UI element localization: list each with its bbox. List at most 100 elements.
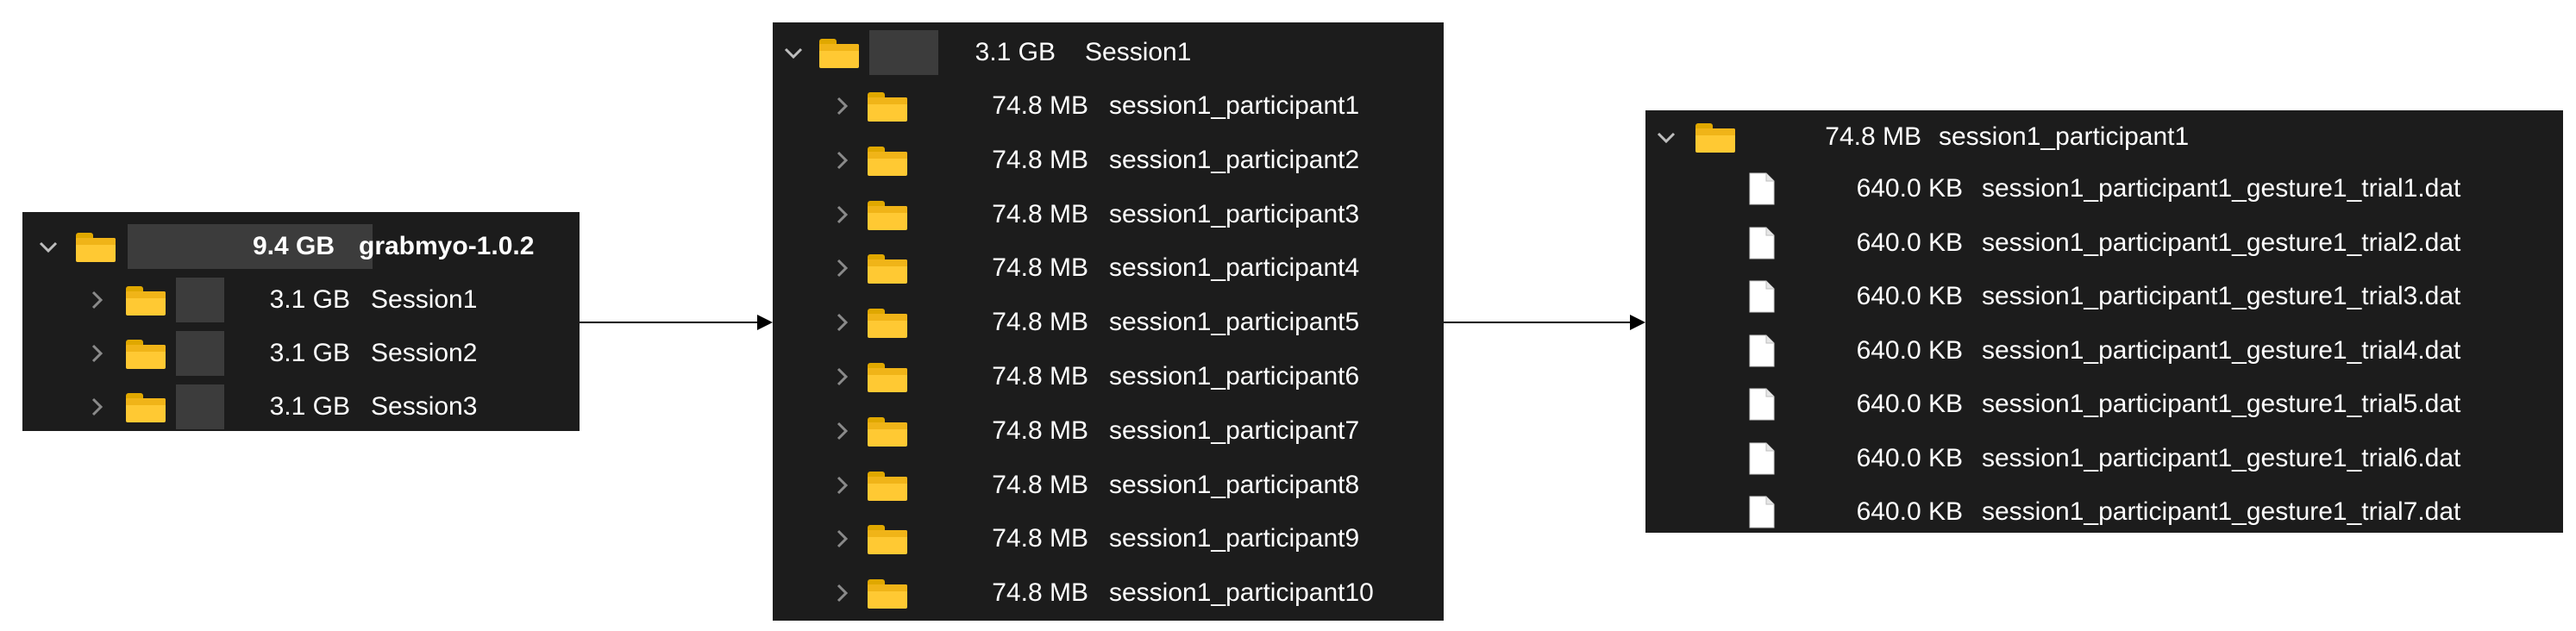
tree-row-session2[interactable]: 3.1 GB Session2 <box>22 327 580 380</box>
folder-size: 74.8 MB <box>992 415 1088 445</box>
chevron-right-icon[interactable] <box>824 134 854 187</box>
folder-size: 9.4 GB <box>252 232 335 260</box>
folder-size: 74.8 MB <box>992 470 1088 499</box>
chevron-down-icon[interactable] <box>1649 110 1678 164</box>
chevron-right-icon[interactable] <box>824 241 854 295</box>
redacted-column <box>869 30 938 75</box>
folder-name[interactable]: session1_participant5 <box>1109 296 1359 349</box>
folder-icon <box>126 393 166 422</box>
file-size: 640.0 KB <box>1856 228 1963 257</box>
tree-row-participant-folder[interactable]: 74.8 MB session1_participant10 <box>773 566 1444 620</box>
redacted-column <box>176 331 224 376</box>
folder-size: 3.1 GB <box>269 285 350 314</box>
chevron-right-icon[interactable] <box>824 188 854 241</box>
folder-name[interactable]: session1_participant9 <box>1109 512 1359 565</box>
tree-row-participant-folder[interactable]: 74.8 MB session1_participant5 <box>773 296 1444 349</box>
tree-row-file[interactable]: 640.0 KB session1_participant1_gesture1_t… <box>1645 216 2563 270</box>
folder-name[interactable]: session1_participant3 <box>1109 188 1359 241</box>
participant-tree-panel: 74.8 MB session1_participant1 640.0 KB se… <box>1645 110 2563 533</box>
folder-name[interactable]: session1_participant8 <box>1109 459 1359 512</box>
redacted-column <box>176 384 224 429</box>
file-name[interactable]: session1_participant1_gesture1_trial4.da… <box>1982 324 2460 378</box>
folder-name[interactable]: session1_participant6 <box>1109 350 1359 403</box>
tree-row-session1[interactable]: 3.1 GB Session1 <box>22 273 580 327</box>
folder-icon <box>819 39 859 68</box>
tree-row-participant-folder[interactable]: 74.8 MB session1_participant9 <box>773 512 1444 565</box>
file-name[interactable]: session1_participant1_gesture1_trial5.da… <box>1982 378 2460 431</box>
folder-icon <box>1695 123 1735 153</box>
tree-row-file[interactable]: 640.0 KB session1_participant1_gesture1_t… <box>1645 378 2563 431</box>
folder-name[interactable]: session1_participant4 <box>1109 241 1359 295</box>
chevron-right-icon[interactable] <box>824 404 854 458</box>
folder-name[interactable]: session1_participant1 <box>1109 79 1359 133</box>
tree-row-file[interactable]: 640.0 KB session1_participant1_gesture1_t… <box>1645 432 2563 485</box>
tree-row-participant-folder[interactable]: 74.8 MB session1_participant8 <box>773 459 1444 512</box>
tree-row-file[interactable]: 640.0 KB session1_participant1_gesture1_t… <box>1645 324 2563 378</box>
folder-size: 74.8 MB <box>992 524 1088 553</box>
tree-row-participant-folder[interactable]: 74.8 MB session1_participant6 <box>773 350 1444 403</box>
chevron-right-icon[interactable] <box>824 350 854 403</box>
folder-size: 74.8 MB <box>992 253 1088 283</box>
arrow-icon <box>580 315 773 330</box>
folder-size: 74.8 MB <box>992 308 1088 337</box>
file-name[interactable]: session1_participant1_gesture1_trial7.da… <box>1982 485 2460 539</box>
folder-name[interactable]: session1_participant1 <box>1939 110 2189 164</box>
folder-name[interactable]: session1_participant2 <box>1109 134 1359 187</box>
file-icon <box>1749 280 1775 313</box>
tree-row-session3[interactable]: 3.1 GB Session3 <box>22 380 580 434</box>
chevron-down-icon[interactable] <box>776 26 805 79</box>
file-size: 640.0 KB <box>1856 497 1963 526</box>
folder-name[interactable]: Session3 <box>371 380 477 434</box>
tree-row-file[interactable]: 640.0 KB session1_participant1_gesture1_t… <box>1645 270 2563 323</box>
file-name[interactable]: session1_participant1_gesture1_trial3.da… <box>1982 270 2460 323</box>
file-icon <box>1749 334 1775 367</box>
file-size: 640.0 KB <box>1856 443 1963 472</box>
folder-name[interactable]: session1_participant7 <box>1109 404 1359 458</box>
file-size: 640.0 KB <box>1856 390 1963 418</box>
file-icon <box>1749 496 1775 528</box>
folder-size: 74.8 MB <box>992 199 1088 228</box>
tree-row-participant[interactable]: 74.8 MB session1_participant1 <box>1645 110 2563 164</box>
chevron-right-icon[interactable] <box>79 273 109 327</box>
folder-size: 74.8 MB <box>992 91 1088 120</box>
file-name[interactable]: session1_participant1_gesture1_trial6.da… <box>1982 432 2460 485</box>
folder-name[interactable]: Session2 <box>371 327 477 380</box>
file-size: 640.0 KB <box>1856 335 1963 365</box>
folder-size: 3.1 GB <box>269 339 350 367</box>
file-icon <box>1749 442 1775 475</box>
tree-row-file[interactable]: 640.0 KB session1_participant1_gesture1_t… <box>1645 485 2563 539</box>
folder-name[interactable]: Session1 <box>1085 26 1191 79</box>
folder-size: 74.8 MB <box>1825 122 1921 151</box>
folder-size: 74.8 MB <box>992 362 1088 390</box>
folder-icon <box>76 233 116 262</box>
file-name[interactable]: session1_participant1_gesture1_trial2.da… <box>1982 216 2460 270</box>
tree-row-participant-folder[interactable]: 74.8 MB session1_participant3 <box>773 188 1444 241</box>
file-name[interactable]: session1_participant1_gesture1_trial1.da… <box>1982 162 2460 216</box>
tree-row-file[interactable]: 640.0 KB session1_participant1_gesture1_t… <box>1645 162 2563 216</box>
chevron-right-icon[interactable] <box>824 296 854 349</box>
chevron-right-icon[interactable] <box>79 327 109 380</box>
tree-row-participant-folder[interactable]: 74.8 MB session1_participant1 <box>773 79 1444 133</box>
tree-row-participant-folder[interactable]: 74.8 MB session1_participant7 <box>773 404 1444 458</box>
file-icon <box>1749 172 1775 205</box>
chevron-right-icon[interactable] <box>824 79 854 133</box>
folder-size: 74.8 MB <box>992 145 1088 174</box>
tree-row-root[interactable]: 9.4 GB grabmyo-1.0.2 <box>22 220 580 273</box>
file-size: 640.0 KB <box>1856 282 1963 310</box>
tree-row-participant-folder[interactable]: 74.8 MB session1_participant4 <box>773 241 1444 295</box>
folder-name[interactable]: session1_participant10 <box>1109 566 1374 620</box>
arrow-icon <box>1444 315 1645 330</box>
chevron-right-icon[interactable] <box>824 459 854 512</box>
chevron-right-icon[interactable] <box>79 380 109 434</box>
chevron-right-icon[interactable] <box>824 512 854 565</box>
folder-size: 74.8 MB <box>992 578 1088 608</box>
chevron-right-icon[interactable] <box>824 566 854 620</box>
session-tree-panel: 3.1 GB Session1 74.8 MB session1_particip… <box>773 22 1444 621</box>
folder-name[interactable]: Session1 <box>371 273 477 327</box>
chevron-down-icon[interactable] <box>31 220 60 273</box>
tree-row-participant-folder[interactable]: 74.8 MB session1_participant2 <box>773 134 1444 187</box>
folder-size: 3.1 GB <box>269 392 350 421</box>
tree-row-session[interactable]: 3.1 GB Session1 <box>773 26 1444 79</box>
folder-name[interactable]: grabmyo-1.0.2 <box>359 220 534 273</box>
file-size: 640.0 KB <box>1856 174 1963 203</box>
